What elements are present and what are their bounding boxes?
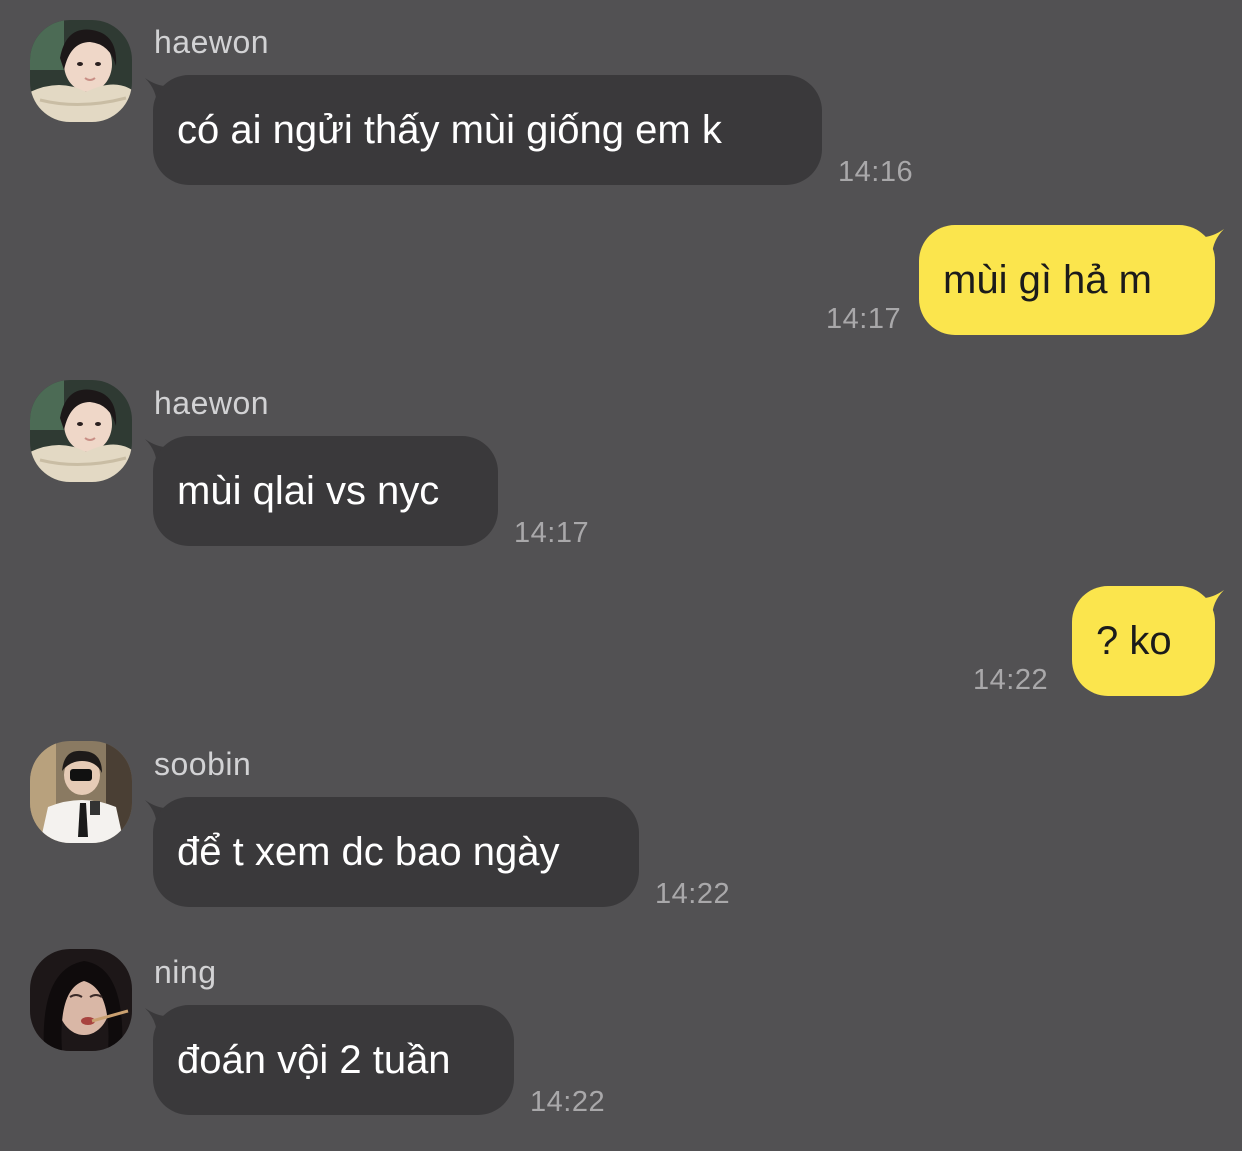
bubble-tail [1196,590,1224,618]
avatar-ning[interactable] [30,949,132,1051]
message-bubble[interactable]: mùi gì hả m [919,225,1215,335]
message-bubble[interactable]: ? ko [1072,586,1215,696]
message-time: 14:22 [655,878,731,910]
avatar-soobin[interactable] [30,741,132,843]
message-time: 14:17 [514,517,590,549]
sender-name: haewon [154,24,270,60]
message-bubble[interactable]: để t xem dc bao ngày [153,797,639,907]
avatar-haewon[interactable] [30,380,132,482]
message-bubble[interactable]: mùi qlai vs nyc [153,436,498,546]
sender-name: haewon [154,385,270,421]
message-time: 14:22 [973,664,1049,696]
message-bubble[interactable]: đoán vội 2 tuần [153,1005,514,1115]
message-time: 14:22 [530,1086,606,1118]
message-time: 14:17 [826,303,902,335]
message-time: 14:16 [838,156,914,188]
sender-name: soobin [154,746,252,782]
avatar-haewon[interactable] [30,20,132,122]
bubble-tail [1196,229,1224,257]
sender-name: ning [154,954,217,990]
message-bubble[interactable]: có ai ngửi thấy mùi giống em k [153,75,822,185]
chat-message-list[interactable]: haewon có ai ngửi thấy mùi giống em k 14… [0,0,1242,1151]
